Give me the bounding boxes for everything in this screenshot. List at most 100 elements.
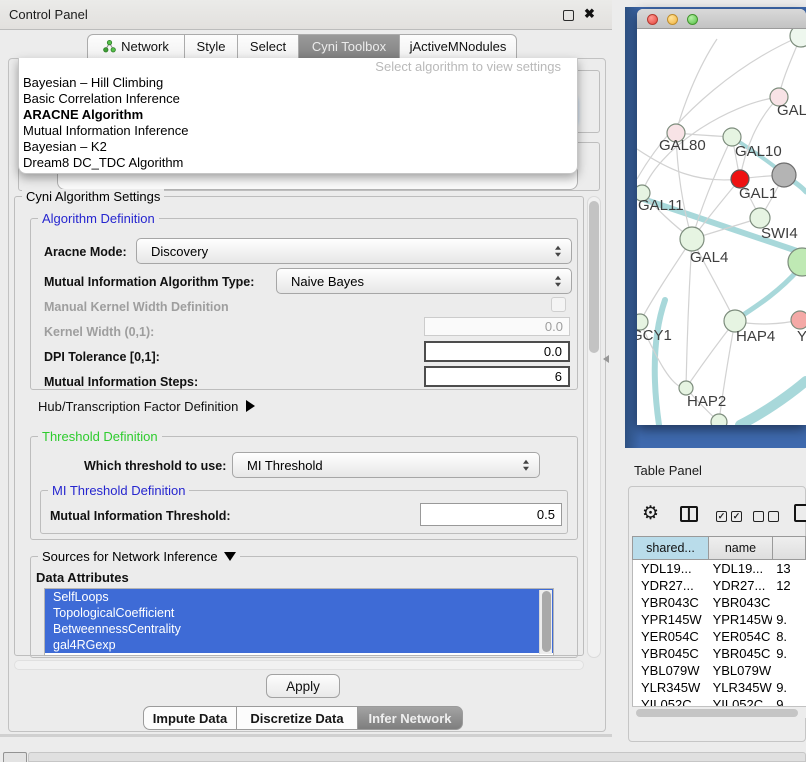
algorithm-option[interactable]: Basic Correlation Inference bbox=[19, 91, 577, 107]
table-row[interactable]: YIL052C YIL052C 9 bbox=[633, 696, 806, 706]
cell-shared-name[interactable]: YER054C bbox=[633, 629, 709, 644]
collapse-down-icon[interactable] bbox=[224, 552, 236, 561]
tab-select[interactable]: Select bbox=[237, 34, 299, 59]
document-icon[interactable] bbox=[794, 504, 806, 522]
gear-icon[interactable]: ⚙ bbox=[642, 502, 659, 525]
table-row[interactable]: YBL079W YBL079W bbox=[633, 662, 806, 679]
table-row[interactable]: YDR27... YDR27... 12 bbox=[633, 577, 806, 594]
algorithm-option[interactable]: Mutual Information Inference bbox=[19, 123, 577, 139]
cell-shared-name[interactable]: YPR145W bbox=[633, 612, 709, 627]
column-header-shared-name[interactable]: shared... bbox=[632, 536, 709, 560]
algorithm-option-selected[interactable]: ARACNE Algorithm bbox=[19, 107, 577, 123]
table-row[interactable]: YBR043C YBR043C bbox=[633, 594, 806, 611]
cell-name[interactable]: YBL079W bbox=[709, 663, 773, 678]
apply-button[interactable]: Apply bbox=[266, 674, 340, 698]
cell-value[interactable]: 9. bbox=[772, 646, 806, 661]
table-panel-title: Table Panel bbox=[634, 463, 702, 478]
cell-value[interactable]: 9 bbox=[772, 697, 806, 706]
settings-vertical-scrollbar[interactable] bbox=[587, 196, 601, 658]
dpi-tolerance-input[interactable]: 0.0 bbox=[424, 341, 570, 362]
attribute-item-selected[interactable]: SelfLoops bbox=[45, 589, 553, 605]
select-all-checkbox-icon[interactable]: ✓ bbox=[731, 511, 742, 522]
tab-infer-network[interactable]: Infer Network bbox=[357, 706, 463, 730]
column-header-partial[interactable] bbox=[772, 536, 806, 560]
hub-definition-toggle[interactable]: Hub/Transcription Factor Definition bbox=[38, 399, 255, 414]
minimized-panel-icon[interactable] bbox=[3, 752, 27, 762]
cell-value[interactable]: 9. bbox=[772, 680, 806, 695]
sources-toggle[interactable]: Sources for Network Inference bbox=[38, 549, 240, 564]
zoom-traffic-light-icon[interactable] bbox=[687, 14, 698, 25]
control-panel-title: Control Panel bbox=[9, 7, 88, 22]
algorithm-option[interactable]: Bayesian – K2 bbox=[19, 139, 577, 155]
table-row[interactable]: YBR045C YBR045C 9. bbox=[633, 645, 806, 662]
cell-shared-name[interactable]: YDR27... bbox=[633, 578, 709, 593]
cell-value[interactable]: 13 bbox=[772, 561, 806, 576]
node-bottom[interactable] bbox=[711, 414, 727, 425]
tab-impute-data[interactable]: Impute Data bbox=[143, 706, 237, 730]
cell-value[interactable]: 9. bbox=[772, 612, 806, 627]
attribute-item-selected[interactable]: gal4RGexp bbox=[45, 637, 553, 653]
kernel-width-input[interactable]: 0.0 bbox=[424, 317, 570, 336]
network-window-titlebar[interactable] bbox=[637, 9, 806, 29]
cell-shared-name[interactable]: YLR345W bbox=[633, 680, 709, 695]
tab-cyni-toolbox[interactable]: Cyni Toolbox bbox=[298, 34, 400, 59]
attributes-scrollbar[interactable] bbox=[539, 590, 552, 654]
cell-shared-name[interactable]: YBR045C bbox=[633, 646, 709, 661]
tab-style[interactable]: Style bbox=[184, 34, 238, 59]
cell-name[interactable]: YDL19... bbox=[709, 561, 773, 576]
close-traffic-light-icon[interactable] bbox=[647, 14, 658, 25]
table-row[interactable]: YDL19... YDL19... 13 bbox=[633, 560, 806, 577]
node-top-partial[interactable] bbox=[790, 29, 806, 47]
cell-value[interactable]: 8. bbox=[772, 629, 806, 644]
algorithm-option[interactable]: Dream8 DC_TDC Algorithm bbox=[19, 155, 577, 171]
manual-kernel-width-checkbox[interactable] bbox=[551, 297, 566, 312]
column-header-name[interactable]: name bbox=[708, 536, 773, 560]
collapse-right-icon[interactable] bbox=[246, 400, 255, 412]
deselect-all-checkbox-icon[interactable] bbox=[753, 511, 764, 522]
tab-discretize-data[interactable]: Discretize Data bbox=[236, 706, 358, 730]
panel-collapse-handle-icon[interactable] bbox=[603, 355, 609, 363]
table-horizontal-scrollbar[interactable] bbox=[632, 706, 806, 718]
node-gal4[interactable] bbox=[680, 227, 704, 251]
tab-jactivemnodules[interactable]: jActiveMNodules bbox=[399, 34, 517, 59]
cell-name[interactable]: YDR27... bbox=[709, 578, 773, 593]
select-all-checkbox-icon[interactable]: ✓ bbox=[716, 511, 727, 522]
which-threshold-combobox[interactable]: MI Threshold bbox=[232, 452, 540, 478]
float-panel-icon[interactable] bbox=[563, 10, 574, 21]
cell-name[interactable]: YIL052C bbox=[709, 697, 773, 706]
cell-shared-name[interactable]: YBL079W bbox=[633, 663, 709, 678]
cell-value[interactable]: 12 bbox=[772, 578, 806, 593]
algorithm-select-popup: Select algorithm to view settings Bayesi… bbox=[18, 58, 578, 174]
mi-steps-input[interactable]: 6 bbox=[424, 366, 570, 387]
cell-shared-name[interactable]: YIL052C bbox=[633, 697, 709, 706]
cell-name[interactable]: YER054C bbox=[709, 629, 773, 644]
cell-shared-name[interactable]: YBR043C bbox=[633, 595, 709, 610]
columns-icon[interactable] bbox=[680, 506, 698, 522]
cell-name[interactable]: YPR145W bbox=[709, 612, 773, 627]
attribute-item-selected[interactable]: BetweennessCentrality bbox=[45, 621, 553, 637]
close-icon[interactable]: ✖ bbox=[584, 6, 595, 22]
node-swi4[interactable] bbox=[788, 248, 806, 276]
attribute-item-selected[interactable]: TopologicalCoefficient bbox=[45, 605, 553, 621]
network-canvas[interactable]: GAL GAL80 GAL10 GAL1 GAL11 SWI4 GAL4 GCY… bbox=[637, 29, 806, 425]
cell-name[interactable]: YBR045C bbox=[709, 646, 773, 661]
deselect-all-checkbox-icon[interactable] bbox=[768, 511, 779, 522]
mi-threshold-input[interactable]: 0.5 bbox=[420, 503, 562, 526]
collapsed-bottom-bar[interactable] bbox=[28, 752, 806, 762]
cell-name[interactable]: YBR043C bbox=[709, 595, 773, 610]
table-row[interactable]: YER054C YER054C 8. bbox=[633, 628, 806, 645]
settings-horizontal-scrollbar[interactable] bbox=[14, 660, 584, 670]
node-salmon[interactable] bbox=[791, 311, 806, 329]
aracne-mode-combobox[interactable]: Discovery bbox=[136, 238, 572, 264]
algorithm-option[interactable]: Bayesian – Hill Climbing bbox=[19, 75, 577, 91]
table-row[interactable]: YLR345W YLR345W 9. bbox=[633, 679, 806, 696]
minimize-traffic-light-icon[interactable] bbox=[667, 14, 678, 25]
scrollbar-thumb[interactable] bbox=[636, 709, 798, 717]
cell-shared-name[interactable]: YDL19... bbox=[633, 561, 709, 576]
mi-algorithm-type-combobox[interactable]: Naive Bayes bbox=[276, 268, 572, 294]
cell-name[interactable]: YLR345W bbox=[709, 680, 773, 695]
tab-network[interactable]: Network bbox=[87, 34, 185, 59]
table-row[interactable]: YPR145W YPR145W 9. bbox=[633, 611, 806, 628]
scrollbar-thumb[interactable] bbox=[589, 201, 599, 353]
node-gray[interactable] bbox=[772, 163, 796, 187]
